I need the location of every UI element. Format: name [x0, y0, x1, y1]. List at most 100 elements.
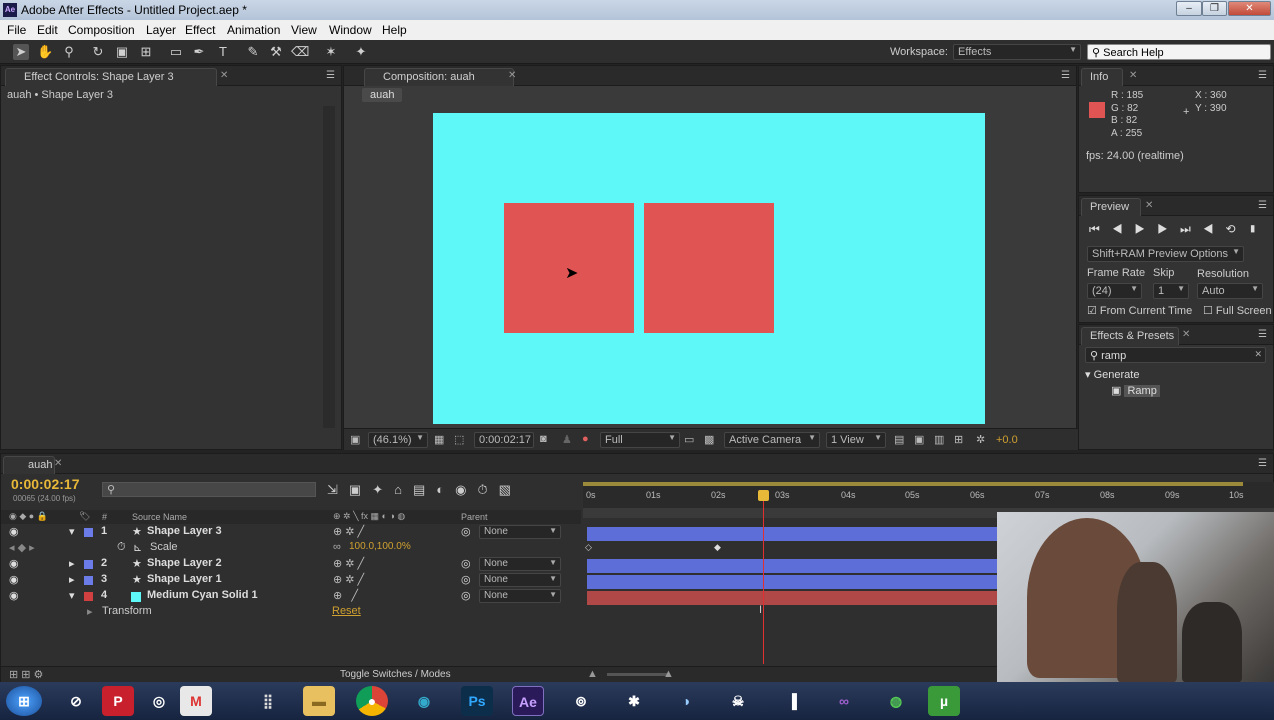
parent-select[interactable]: None ▼: [479, 557, 561, 571]
resolution-select[interactable]: Auto ▼: [1197, 283, 1263, 299]
menu-composition[interactable]: Composition: [68, 23, 135, 37]
taskbar-app-icon[interactable]: ⊚: [565, 686, 597, 716]
keyframe-navigator-icon[interactable]: ◂ ◆ ▸: [9, 541, 35, 554]
expand-icon[interactable]: ▾: [69, 589, 75, 602]
visibility-icon[interactable]: ◉: [9, 557, 19, 570]
col-source-name[interactable]: Source Name: [132, 512, 187, 522]
start-button[interactable]: ⊞: [6, 686, 42, 716]
minimize-button[interactable]: –: [1176, 1, 1202, 16]
pickwhip-icon[interactable]: ◎: [461, 525, 471, 538]
current-time-field[interactable]: 0:00:02:17: [474, 432, 534, 448]
flowchart-icon[interactable]: ⊞: [954, 433, 963, 446]
panel-menu-icon[interactable]: ☰: [1258, 200, 1267, 211]
menu-file[interactable]: File: [7, 23, 26, 37]
maximize-button[interactable]: ❐: [1202, 1, 1227, 16]
magnification-select[interactable]: (46.1%) ▼: [368, 432, 428, 448]
selection-tool-icon[interactable]: ➤: [13, 44, 29, 60]
label-color-swatch[interactable]: [84, 528, 93, 537]
timeline-search-input[interactable]: ⚲: [102, 482, 316, 497]
label-color-swatch[interactable]: [84, 576, 93, 585]
rotate-tool-icon[interactable]: ↻: [90, 44, 106, 60]
draft-3d-icon[interactable]: ✦: [372, 482, 394, 497]
layer-name[interactable]: Shape Layer 2: [147, 557, 222, 569]
previous-frame-icon[interactable]: ◀: [1112, 222, 1135, 236]
roto-brush-tool-icon[interactable]: ✶: [323, 44, 339, 60]
menu-help[interactable]: Help: [382, 23, 407, 37]
fast-preview-icon[interactable]: ▣: [914, 433, 924, 446]
expand-panes-icon[interactable]: ⊞ ⊞ ⚙: [9, 668, 43, 681]
eraser-tool-icon[interactable]: ⌫: [291, 44, 309, 60]
visibility-icon[interactable]: ◉: [9, 573, 19, 586]
panel-menu-icon[interactable]: ☰: [1258, 70, 1267, 81]
timeline-timecode[interactable]: 0:00:02:17: [11, 476, 80, 492]
close-icon[interactable]: ✕: [1129, 70, 1137, 81]
from-current-time-checkbox[interactable]: ☑ From Current Time: [1087, 304, 1192, 317]
frame-blending-icon[interactable]: ▤: [413, 482, 436, 497]
next-frame-icon[interactable]: ▶: [1157, 222, 1180, 236]
skip-select[interactable]: 1 ▼: [1153, 283, 1189, 299]
puppet-pin-tool-icon[interactable]: ✦: [353, 44, 369, 60]
layer-row[interactable]: ◉ ▸ 3 ★ Shape Layer 1 ⊕ ✲ ╱ ◎ None ▼: [1, 573, 581, 589]
toggle-pixel-aspect-icon[interactable]: ▤: [894, 433, 904, 446]
keyframe-icon[interactable]: ◇: [585, 542, 592, 553]
always-preview-icon[interactable]: ▣: [350, 433, 360, 446]
view-layout-select[interactable]: 1 View ▼: [826, 432, 886, 448]
pinterest-icon[interactable]: P: [102, 686, 134, 716]
apps-grid-icon[interactable]: ⣿: [252, 686, 284, 716]
close-button[interactable]: ✕: [1228, 1, 1271, 16]
effects-category-generate[interactable]: ▾ Generate: [1085, 368, 1139, 381]
effects-presets-tab[interactable]: Effects & Presets: [1081, 327, 1179, 345]
label-color-swatch[interactable]: [84, 592, 93, 601]
composition-tab[interactable]: Composition: auah: [364, 68, 514, 86]
rectangle-tool-icon[interactable]: ▭: [168, 44, 184, 60]
menu-window[interactable]: Window: [329, 23, 372, 37]
photoshop-icon[interactable]: Ps: [461, 686, 493, 716]
play-icon[interactable]: ▶: [1135, 222, 1158, 236]
auto-keyframe-icon[interactable]: ⏱: [477, 482, 498, 497]
close-icon[interactable]: ✕: [220, 70, 228, 81]
pickwhip-icon[interactable]: ◎: [461, 573, 471, 586]
camera-select[interactable]: Active Camera ▼: [724, 432, 820, 448]
motion-blur-icon[interactable]: ◐: [436, 482, 455, 497]
comp-mini-flowchart-icon[interactable]: ⇲: [327, 482, 349, 497]
parent-select[interactable]: None ▼: [479, 573, 561, 587]
parent-select[interactable]: None ▼: [479, 589, 561, 603]
composition-canvas[interactable]: ➤: [433, 113, 985, 424]
zoom-tool-icon[interactable]: ⚲: [61, 44, 77, 60]
last-frame-icon[interactable]: ⏭: [1180, 222, 1203, 236]
effect-item-ramp[interactable]: ▣ Ramp: [1111, 384, 1160, 397]
info-tab[interactable]: Info: [1081, 68, 1123, 86]
timeline-icon[interactable]: ▥: [934, 433, 944, 446]
work-area-bar[interactable]: [583, 482, 1243, 486]
layer-switches[interactable]: ⊕ ✲ ╱: [333, 573, 364, 586]
resolution-select[interactable]: Full ▼: [600, 432, 680, 448]
layer-name[interactable]: Shape Layer 1: [147, 573, 222, 585]
expand-icon[interactable]: ▾: [69, 525, 75, 538]
taskbar-app-icon[interactable]: ✱: [618, 686, 650, 716]
zoom-slider[interactable]: [607, 673, 667, 676]
transparency-grid-icon[interactable]: ▩: [704, 433, 714, 446]
chrome-icon[interactable]: ●: [356, 686, 388, 716]
gmail-icon[interactable]: M: [180, 686, 212, 716]
layer-switches[interactable]: ⊕ ╱: [333, 589, 358, 602]
pickwhip-icon[interactable]: ◎: [461, 557, 471, 570]
panel-menu-icon[interactable]: ☰: [1258, 329, 1267, 340]
close-icon[interactable]: ✕: [54, 458, 62, 469]
close-icon[interactable]: ✕: [1182, 329, 1190, 340]
layer-row[interactable]: ◉ ▸ 2 ★ Shape Layer 2 ⊕ ✲ ╱ ◎ None ▼: [1, 557, 581, 573]
reset-exposure-icon[interactable]: ✲: [976, 433, 985, 446]
layer-name[interactable]: Medium Cyan Solid 1: [147, 589, 258, 601]
safe-zones-icon[interactable]: ▦: [434, 433, 444, 446]
toggle-switches-modes[interactable]: Toggle Switches / Modes: [340, 669, 451, 680]
ram-preview-icon[interactable]: ▮: [1248, 222, 1270, 236]
after-effects-taskbar-icon[interactable]: Ae: [512, 686, 544, 716]
parent-select[interactable]: None ▼: [479, 525, 561, 539]
composition-subtab[interactable]: auah: [362, 88, 403, 102]
channel-icon[interactable]: ●: [582, 433, 589, 445]
layer-row[interactable]: ◉ ▾ 4 Medium Cyan Solid 1 ⊕ ╱ ◎ None ▼: [1, 589, 581, 605]
menu-animation[interactable]: Animation: [227, 23, 280, 37]
notification-app-icon[interactable]: ◎: [143, 686, 175, 716]
first-frame-icon[interactable]: ⏮: [1089, 222, 1112, 236]
expand-icon[interactable]: ▸: [69, 573, 75, 586]
zoom-out-icon[interactable]: ▲: [587, 668, 598, 680]
